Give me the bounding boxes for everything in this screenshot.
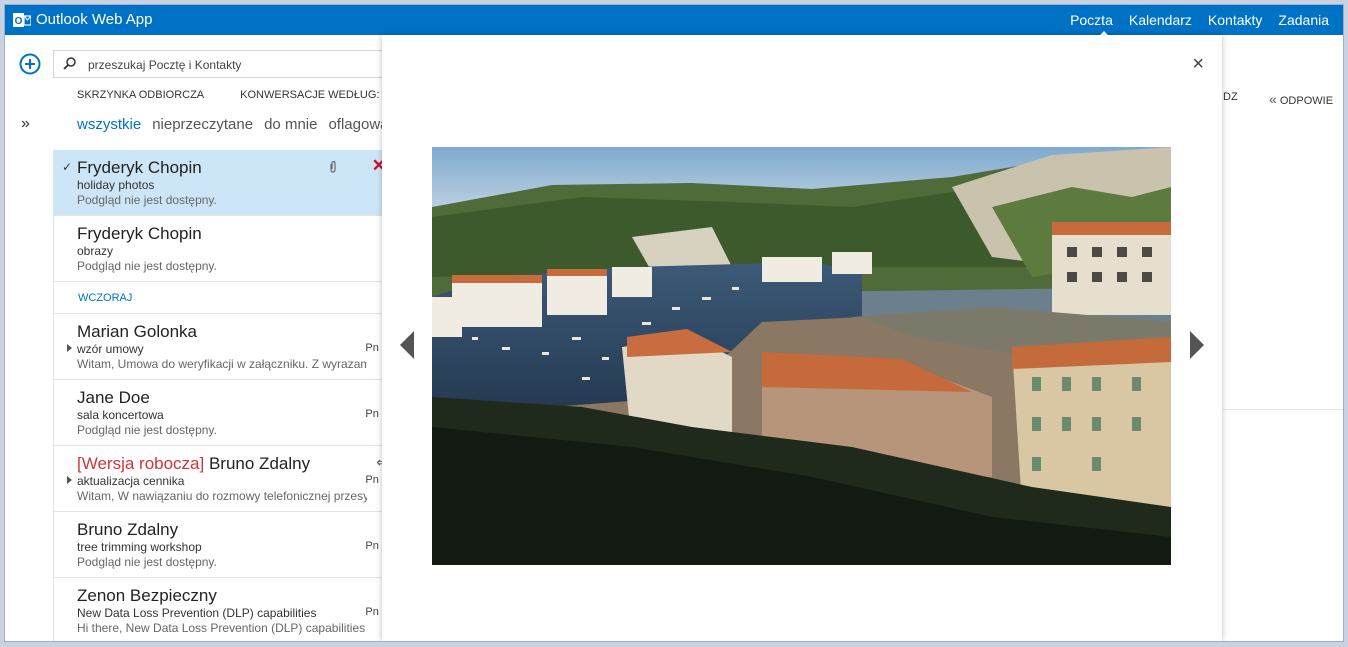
reply-all-label: ODPOWIE <box>1279 95 1334 107</box>
search-input[interactable] <box>86 54 380 76</box>
list-item[interactable]: Marian Golonka wzór umowy Pn 1 Witam, Um… <box>54 314 388 380</box>
svg-text:O: O <box>15 16 23 27</box>
message-sender: Fryderyk Chopin <box>77 158 202 177</box>
list-item[interactable]: [Wersja robocza] Bruno Zdalny ⇐ aktualiz… <box>54 446 388 512</box>
message-preview: Podgląd nie jest dostępny. <box>77 555 217 569</box>
message-sender: Fryderyk Chopin <box>77 224 202 243</box>
attachment-photo <box>432 147 1171 565</box>
message-subject: sala koncertowa <box>77 408 164 422</box>
message-sender: Jane Doe <box>77 388 150 407</box>
message-preview: Hi there, New Data Loss Prevention (DLP)… <box>77 621 367 635</box>
list-item[interactable]: Bruno Zdalny tree trimming workshop Pn 0… <box>54 512 388 578</box>
list-item[interactable]: Zenon Bezpieczny New Data Loss Preventio… <box>54 578 388 641</box>
folder-label[interactable]: SKRZYNKA ODBIORCZA <box>77 89 204 101</box>
check-icon[interactable]: ✓ <box>62 160 72 174</box>
message-preview: Podgląd nie jest dostępny. <box>77 259 217 273</box>
message-sender: Marian Golonka <box>77 322 198 341</box>
nav-contacts[interactable]: Kontakty <box>1208 12 1262 28</box>
previous-image-button[interactable] <box>400 331 414 359</box>
expand-conversation-icon[interactable] <box>67 476 72 484</box>
message-preview: Witam, W nawiązaniu do rozmowy telefonic… <box>77 489 367 503</box>
group-label: WCZORAJ <box>78 292 133 304</box>
filter-all[interactable]: wszystkie <box>77 116 141 133</box>
new-mail-button[interactable] <box>19 53 41 75</box>
message-subject: New Data Loss Prevention (DLP) capabilit… <box>77 606 317 620</box>
expand-folders-icon[interactable]: » <box>21 115 30 133</box>
message-subject: holiday photos <box>77 178 155 192</box>
message-preview: Witam, Umowa do weryfikacji w załączniku… <box>77 357 367 371</box>
message-subject: wzór umowy <box>77 342 144 356</box>
list-item[interactable]: Jane Doe sala koncertowa Pn 1 Podgląd ni… <box>54 380 388 446</box>
draft-sender: Bruno Zdalny <box>208 454 311 473</box>
date-group-header: WCZORAJ <box>54 282 388 314</box>
next-image-button[interactable] <box>1190 331 1204 359</box>
list-item[interactable]: ✓ Fryderyk Chopin ✕ holiday photos 1 Pod… <box>54 150 388 216</box>
message-sender: Zenon Bezpieczny <box>77 586 217 605</box>
message-list: ✓ Fryderyk Chopin ✕ holiday photos 1 Pod… <box>53 150 388 641</box>
app-window: O Outlook Web App Poczta Kalendarz Konta… <box>4 4 1344 642</box>
close-viewer-button[interactable]: × <box>1192 53 1204 76</box>
reply-all-icon: « <box>1269 91 1277 107</box>
attachment-viewer: × <box>382 35 1222 641</box>
message-sender: Bruno Zdalny <box>77 520 179 539</box>
reply-all-button[interactable]: « ODPOWIE <box>1269 91 1333 107</box>
message-preview: Podgląd nie jest dostępny. <box>77 193 217 207</box>
app-title: Outlook Web App <box>36 11 153 28</box>
reply-button[interactable]: DZ <box>1223 91 1238 103</box>
nav-calendar[interactable]: Kalendarz <box>1129 12 1192 28</box>
nav-tasks[interactable]: Zadania <box>1278 12 1329 28</box>
reading-pane-divider <box>1223 409 1343 410</box>
reply-label: DZ <box>1223 91 1238 103</box>
message-sender: [Wersja robocza] Bruno Zdalny <box>77 454 310 474</box>
list-item[interactable]: Fryderyk Chopin obrazy 1 Podgląd nie jes… <box>54 216 388 282</box>
outlook-logo-icon: O <box>13 13 31 27</box>
top-navigation: Poczta Kalendarz Kontakty Zadania <box>1070 12 1329 28</box>
filter-to-me[interactable]: do mnie <box>264 116 317 133</box>
filter-bar: wszystkie nieprzeczytane do mnie oflagowane <box>77 116 416 133</box>
nav-mail[interactable]: Poczta <box>1070 12 1113 28</box>
message-subject: aktualizacja cennika <box>77 474 185 488</box>
top-bar: O Outlook Web App Poczta Kalendarz Konta… <box>5 5 1343 36</box>
message-preview: Podgląd nie jest dostępny. <box>77 423 217 437</box>
search-icon <box>63 57 76 70</box>
draft-tag: [Wersja robocza] <box>77 454 205 473</box>
message-subject: obrazy <box>77 244 114 258</box>
expand-conversation-icon[interactable] <box>67 344 72 352</box>
attachment-icon <box>330 160 336 173</box>
message-subject: tree trimming workshop <box>77 540 202 554</box>
search-box[interactable] <box>53 50 393 78</box>
filter-unread[interactable]: nieprzeczytane <box>152 116 253 133</box>
